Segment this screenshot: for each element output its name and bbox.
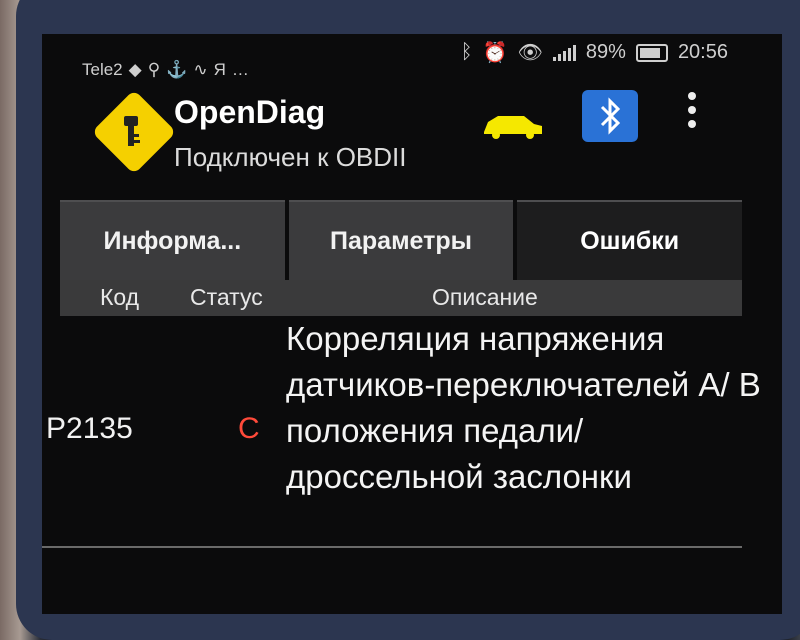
vpn-icon: ⚓ bbox=[166, 60, 188, 79]
tab-errors[interactable]: Ошибки bbox=[517, 200, 743, 280]
bluetooth-status-icon: ᛒ bbox=[460, 41, 473, 63]
status-bar: Tele2 ◆ ⚲ ⚓ ∿ Я … ᛒ ⏰ 👁 89% 20:56 bbox=[42, 34, 782, 80]
tab-info[interactable]: Информа... bbox=[60, 200, 285, 280]
search-icon: ⚲ bbox=[147, 60, 161, 79]
phone-screen: Tele2 ◆ ⚲ ⚓ ∿ Я … ᛒ ⏰ 👁 89% 20:56 OpenDi… bbox=[42, 34, 782, 614]
bluetooth-button[interactable] bbox=[582, 90, 638, 142]
app-title: OpenDiag bbox=[174, 94, 326, 130]
signal-icon bbox=[552, 44, 576, 61]
pulse-icon: ∿ bbox=[193, 60, 208, 79]
carrier-label: Tele2 bbox=[82, 60, 123, 79]
error-code: P2135 bbox=[46, 412, 133, 445]
battery-percent: 89% bbox=[585, 41, 626, 63]
error-description: Корреляция напряжения датчиков-переключа… bbox=[286, 320, 761, 495]
row-divider bbox=[42, 546, 742, 548]
more-notifications-icon: … bbox=[231, 60, 249, 79]
alarm-icon: ⏰ bbox=[482, 42, 508, 64]
key-icon bbox=[124, 116, 140, 146]
clock: 20:56 bbox=[677, 41, 728, 63]
tab-bar: Информа... Параметры Ошибки bbox=[60, 200, 743, 280]
column-header-code: Код bbox=[100, 284, 140, 310]
app-bar: OpenDiag Подключен к OBDII bbox=[42, 89, 782, 200]
app-logo bbox=[91, 89, 177, 175]
bluetooth-icon bbox=[600, 97, 621, 135]
error-status: C bbox=[238, 412, 260, 445]
yandex-icon: Я bbox=[213, 60, 226, 79]
battery-icon bbox=[635, 43, 668, 62]
status-right: ᛒ ⏰ 👁 89% 20:56 bbox=[461, 40, 728, 65]
car-icon[interactable] bbox=[480, 112, 546, 140]
column-header-status: Статус bbox=[190, 284, 263, 310]
eye-icon: 👁 bbox=[517, 42, 543, 64]
column-header-description: Описание bbox=[432, 284, 538, 310]
overflow-menu-button[interactable] bbox=[682, 92, 702, 138]
status-left: Tele2 ◆ ⚲ ⚓ ∿ Я … bbox=[82, 60, 249, 80]
navigation-icon: ◆ bbox=[128, 60, 142, 79]
tab-parameters[interactable]: Параметры bbox=[288, 200, 514, 280]
table-header: Код Статус Описание bbox=[60, 280, 742, 316]
connection-status: Подключен к OBDII bbox=[174, 142, 407, 172]
